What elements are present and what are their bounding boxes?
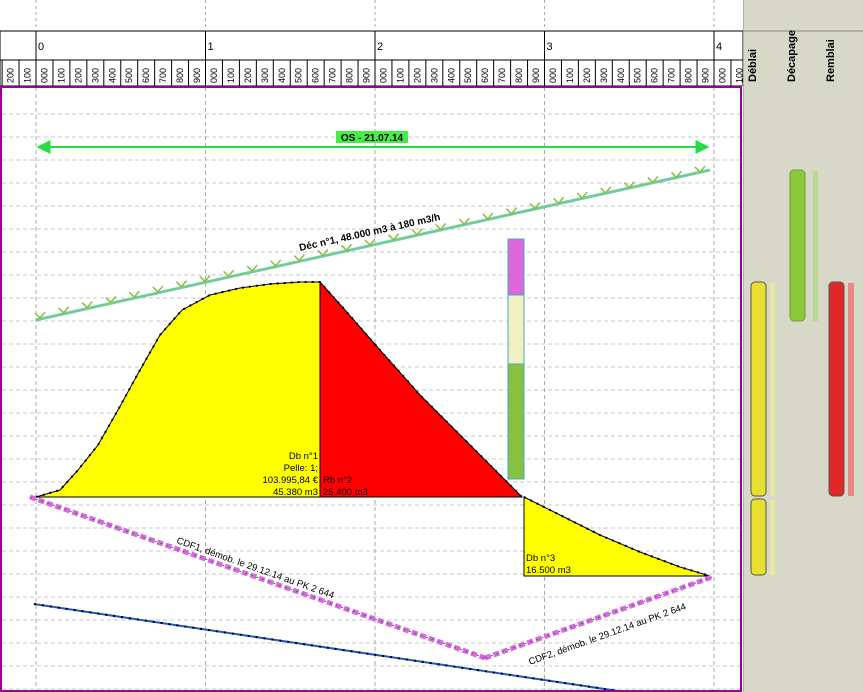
ruler-minor-label: 700 bbox=[667, 68, 677, 83]
db1-label-4: 45.380 m3 bbox=[273, 487, 318, 498]
cdf1-label: CDF1, démob. le 29.12.14 au PK 2 644 bbox=[175, 535, 335, 601]
decapage-bar[interactable] bbox=[789, 169, 806, 322]
ruler-minor-label: 600 bbox=[141, 68, 151, 83]
ruler-major-label: 4 bbox=[716, 41, 722, 53]
ruler-minor-label: 900 bbox=[362, 68, 372, 83]
planning-window: 200 100 000 100 200 300 400 500 600 700 800 900 000 1… bbox=[0, 0, 863, 692]
remblai-bar-shadow bbox=[848, 283, 854, 496]
db1-area[interactable] bbox=[35, 281, 321, 498]
ruler-svg: 200 100 000 100 200 300 400 500 600 700 800 900 000 1… bbox=[0, 0, 743, 86]
ruler-minor-label: 400 bbox=[277, 68, 287, 83]
remblai-bar[interactable] bbox=[828, 281, 845, 497]
db1-label-3: 103.995,84 € bbox=[263, 475, 319, 486]
ruler-minor-label: 100 bbox=[565, 68, 575, 83]
deblai-bar-2[interactable] bbox=[750, 498, 767, 576]
ruler-minor-label: 500 bbox=[463, 68, 473, 83]
decapage-bar-shadow bbox=[813, 171, 818, 321]
stack-green-segment[interactable] bbox=[507, 363, 525, 480]
deblai-bar-2-shadow bbox=[770, 500, 775, 575]
ruler-minor-label: 400 bbox=[616, 68, 626, 83]
rb2-area[interactable] bbox=[319, 280, 524, 498]
ruler-minor-label: 100 bbox=[23, 68, 33, 83]
ruler-minor-label: 300 bbox=[429, 68, 439, 83]
column-label-deblai: Déblai bbox=[747, 49, 759, 82]
ruler-minor-label: 400 bbox=[107, 68, 117, 83]
ruler-minor-label: 800 bbox=[684, 68, 694, 83]
stack-cream-segment[interactable] bbox=[507, 294, 525, 365]
ruler-minor-label: 900 bbox=[701, 68, 711, 83]
ruler-minor-label: 700 bbox=[497, 68, 507, 83]
ruler-minor-label: 500 bbox=[294, 68, 304, 83]
column-label-remblai: Remblai bbox=[825, 39, 837, 82]
resource-panel-svg: Déblai Décapage Remblai bbox=[743, 0, 863, 692]
ruler-major-label: 1 bbox=[208, 41, 214, 53]
resource-panel: Déblai Décapage Remblai bbox=[743, 0, 863, 692]
ruler-minor-label: 600 bbox=[311, 68, 321, 83]
ruler-minor-label: 200 bbox=[6, 68, 16, 83]
ruler-minor-label: 000 bbox=[378, 68, 388, 83]
chart-svg[interactable]: OS - 21.07.14 Déc n°1, 48.000 m3 à 180 m… bbox=[0, 86, 743, 692]
ruler-minor-label: 200 bbox=[73, 68, 83, 83]
deblai-bar-1-shadow bbox=[770, 283, 775, 496]
decapage-label: Déc n°1, 48.000 m3 à 180 m3/h bbox=[298, 212, 441, 254]
ruler-minor-label: 000 bbox=[209, 68, 219, 83]
ruler-minor-label: 000 bbox=[717, 68, 727, 83]
ruler-minor-label: 300 bbox=[260, 68, 270, 83]
db3-label-2: 16.500 m3 bbox=[526, 565, 571, 576]
ruler-minor-label: 600 bbox=[650, 68, 660, 83]
db1-label-2: Pelle: 1; bbox=[284, 463, 318, 474]
ruler-minor-label: 300 bbox=[90, 68, 100, 83]
rb2-label-1: Rb n°2 bbox=[323, 475, 352, 486]
distance-ruler: 200 100 000 100 200 300 400 500 600 700 800 900 000 1… bbox=[0, 0, 743, 86]
ruler-minor-label: 200 bbox=[243, 68, 253, 83]
ruler-minor-label: 100 bbox=[395, 68, 405, 83]
cdf2-line-dots bbox=[484, 576, 713, 659]
ruler-minor-label: 300 bbox=[599, 68, 609, 83]
ruler-minor-label: 900 bbox=[192, 68, 202, 83]
ruler-minor-label: 000 bbox=[39, 68, 49, 83]
decapage-marks bbox=[34, 165, 706, 320]
ruler-minor-label: 900 bbox=[531, 68, 541, 83]
ruler-minor-label: 100 bbox=[226, 68, 236, 83]
chart-canvas[interactable]: OS - 21.07.14 Déc n°1, 48.000 m3 à 180 m… bbox=[0, 86, 743, 692]
ruler-minor-label: 600 bbox=[480, 68, 490, 83]
ruler-minor-label: 000 bbox=[548, 68, 558, 83]
ruler-minor-label: 500 bbox=[124, 68, 134, 83]
column-label-decapage: Décapage bbox=[786, 30, 798, 82]
deblai-bar-1[interactable] bbox=[750, 281, 767, 497]
ruler-major-label: 3 bbox=[547, 41, 553, 53]
stack-pink-segment[interactable] bbox=[507, 238, 525, 296]
db3-label-1: Db n°3 bbox=[526, 553, 555, 564]
ruler-minor-label: 100 bbox=[56, 68, 66, 83]
ruler-minor-label: 200 bbox=[582, 68, 592, 83]
ruler-minor-label: 800 bbox=[175, 68, 185, 83]
ruler-minor-label: 400 bbox=[446, 68, 456, 83]
ruler-minor-label: 100 bbox=[734, 68, 743, 83]
ruler-major-label: 2 bbox=[377, 41, 383, 53]
ruler-minor-label: 800 bbox=[514, 68, 524, 83]
os-label: OS - 21.07.14 bbox=[341, 133, 404, 144]
ruler-major-label: 0 bbox=[38, 41, 44, 53]
ruler-minor-label: 800 bbox=[345, 68, 355, 83]
rb2-label-2: 25.400 m3 bbox=[323, 487, 368, 498]
cdf2-label: CDF2, démob. le 29.12.14 au PK 2 644 bbox=[527, 601, 687, 667]
ruler-minor-label: 200 bbox=[412, 68, 422, 83]
ruler-minor-label: 500 bbox=[633, 68, 643, 83]
ruler-minor-label: 700 bbox=[158, 68, 168, 83]
ruler-minor-label: 700 bbox=[328, 68, 338, 83]
db1-label-1: Db n°1 bbox=[289, 451, 318, 462]
